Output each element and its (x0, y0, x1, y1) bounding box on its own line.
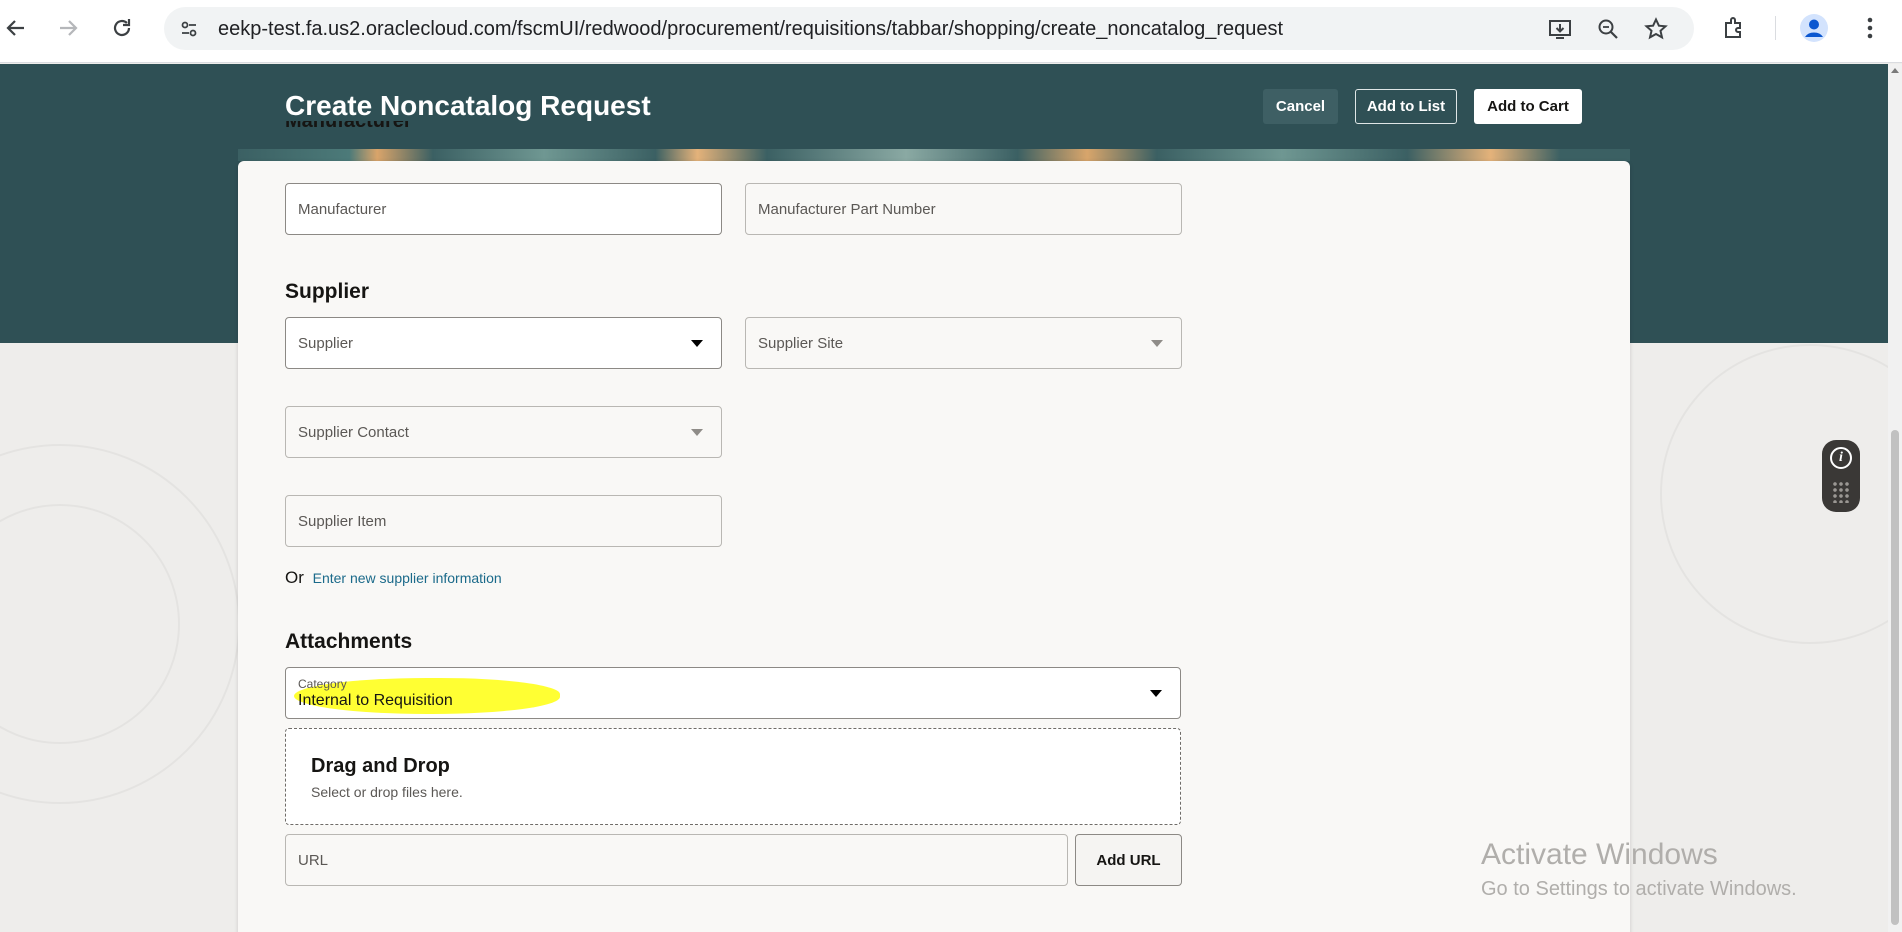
chevron-down-icon[interactable] (1151, 340, 1163, 347)
supplier-site-select[interactable]: Supplier Site (745, 317, 1182, 369)
page-scrollbar[interactable] (1888, 64, 1902, 932)
site-info-icon[interactable] (174, 14, 204, 44)
page-title: Create Noncatalog Request (285, 90, 651, 121)
supplier-site-placeholder: Supplier Site (758, 334, 844, 352)
manufacturer-section-title: Manufacturer (285, 121, 412, 131)
supplier-item-placeholder: Supplier Item (298, 512, 387, 530)
url-placeholder: URL (298, 851, 329, 869)
watermark-line-1: Activate Windows (1481, 838, 1718, 871)
add-to-list-button[interactable]: Add to List (1355, 89, 1457, 124)
supplier-contact-placeholder: Supplier Contact (298, 423, 409, 441)
manufacturer-placeholder: Manufacturer (298, 200, 387, 218)
chevron-down-icon[interactable] (691, 429, 703, 436)
profile-icon[interactable] (1798, 12, 1830, 44)
activate-windows-watermark: Activate Windows Go to Settings to activ… (1481, 838, 1797, 901)
attachments-section-title: Attachments (285, 630, 413, 653)
category-select[interactable]: Category Internal to Requisition (285, 667, 1181, 719)
dropzone-subtitle: Select or drop files here. (311, 784, 463, 800)
supplier-item-field[interactable]: Supplier Item (285, 495, 722, 547)
menu-kebab-icon[interactable] (1854, 12, 1886, 44)
scrollbar-thumb[interactable] (1891, 430, 1899, 925)
forward-icon[interactable] (52, 12, 84, 44)
new-supplier-line: Or Enter new supplier information (285, 568, 502, 588)
url-field[interactable]: URL (285, 834, 1068, 886)
file-dropzone[interactable]: Drag and Drop Select or drop files here. (285, 728, 1181, 825)
zoom-icon[interactable] (1595, 16, 1621, 42)
floating-help-widget[interactable]: i (1822, 440, 1860, 512)
grid-dots-icon[interactable] (1832, 481, 1850, 503)
supplier-select[interactable]: Supplier (285, 317, 722, 369)
extensions-icon[interactable] (1718, 12, 1750, 44)
decorative-banner-strip (238, 149, 1630, 161)
supplier-placeholder: Supplier (298, 334, 354, 352)
chevron-down-icon[interactable] (1150, 690, 1162, 697)
app-page: Create Noncatalog Request Cancel Add to … (0, 64, 1888, 932)
install-app-icon[interactable] (1547, 16, 1573, 42)
reload-icon[interactable] (106, 12, 138, 44)
manufacturer-field[interactable]: Manufacturer (285, 183, 722, 235)
dropzone-title: Drag and Drop (311, 755, 450, 777)
cancel-button[interactable]: Cancel (1263, 89, 1338, 124)
supplier-contact-select[interactable]: Supplier Contact (285, 406, 722, 458)
category-label: Category (298, 677, 347, 691)
supplier-section-title: Supplier (285, 280, 370, 303)
add-url-button[interactable]: Add URL (1075, 834, 1182, 886)
category-value: Internal to Requisition (298, 692, 453, 709)
chevron-down-icon[interactable] (691, 340, 703, 347)
toolbar-divider (1775, 16, 1776, 40)
enter-new-supplier-link[interactable]: Enter new supplier information (313, 570, 502, 586)
browser-toolbar: eekp-test.fa.us2.oraclecloud.com/fscmUI/… (0, 0, 1902, 63)
bookmark-star-icon[interactable] (1643, 16, 1669, 42)
back-icon[interactable] (0, 12, 32, 44)
url-text[interactable]: eekp-test.fa.us2.oraclecloud.com/fscmUI/… (218, 18, 1283, 41)
manufacturer-part-number-placeholder: Manufacturer Part Number (758, 200, 936, 218)
add-to-cart-button[interactable]: Add to Cart (1474, 89, 1582, 124)
manufacturer-part-number-field[interactable]: Manufacturer Part Number (745, 183, 1182, 235)
scroll-up-arrow-icon[interactable] (1891, 68, 1899, 73)
or-text: Or (285, 568, 304, 587)
watermark-line-2: Go to Settings to activate Windows. (1481, 878, 1797, 900)
address-bar[interactable]: eekp-test.fa.us2.oraclecloud.com/fscmUI/… (164, 7, 1694, 50)
info-icon[interactable]: i (1830, 447, 1852, 469)
